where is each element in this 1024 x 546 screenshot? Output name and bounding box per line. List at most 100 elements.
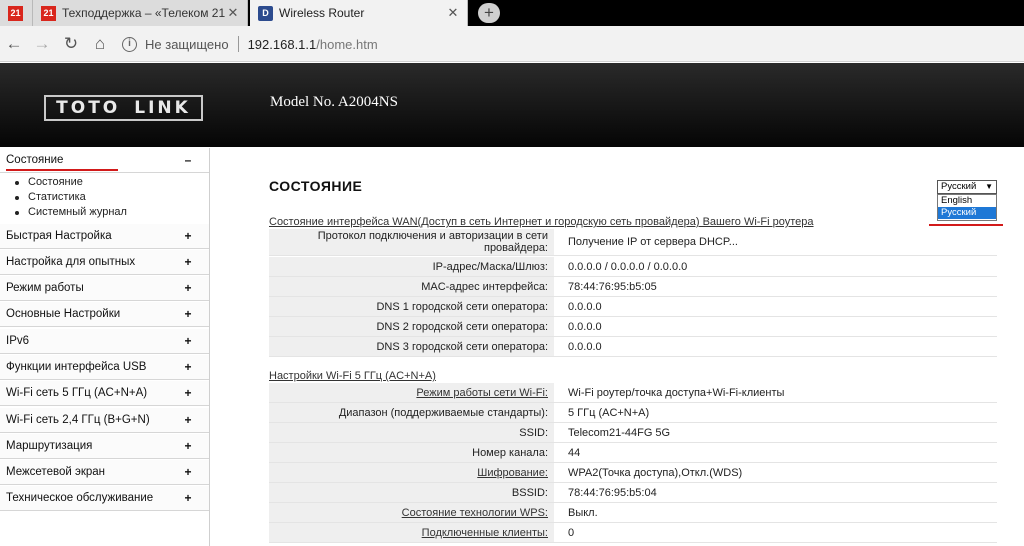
sidebar-item-usb[interactable]: Функции интерфейса USB + [0, 355, 209, 380]
expand-icon[interactable]: + [182, 486, 194, 510]
back-icon[interactable]: ← [4, 34, 24, 54]
expand-icon[interactable]: + [182, 250, 194, 274]
row-value: Telecom21-44FG 5G [568, 426, 671, 439]
row-value: 0.0.0.0 [568, 300, 602, 313]
close-tab-icon[interactable]: ✕ [445, 5, 461, 21]
sidebar-item-ipv6[interactable]: IPv6 + [0, 329, 209, 354]
language-select[interactable]: Русский ▼ [937, 180, 997, 194]
row-label-link[interactable]: Подключенные клиенты: [269, 523, 554, 542]
expand-icon[interactable]: + [182, 276, 194, 300]
row-value: 44 [568, 446, 581, 459]
sidebar-item-label: Межсетевой экран [6, 466, 106, 478]
expand-icon[interactable]: + [182, 460, 194, 484]
row-value: Выкл. [568, 506, 598, 519]
language-option-english[interactable]: English [938, 195, 996, 207]
divider [237, 36, 239, 52]
row-label: IP-адрес/Маска/Шлюз: [269, 257, 554, 276]
dropdown-arrow-icon: ▼ [985, 182, 993, 191]
row-label: BSSID: [269, 483, 554, 502]
row-label: DNS 1 городской сети оператора: [269, 297, 554, 316]
row-label-link[interactable]: Состояние технологии WPS: [269, 503, 554, 522]
expand-icon[interactable]: + [182, 224, 194, 248]
expand-icon[interactable]: + [182, 408, 194, 432]
language-selected-value: Русский [941, 181, 977, 192]
address-bar[interactable]: i Не защищено 192.168.1.1 /home.htm [122, 31, 1012, 57]
row-label: DNS 3 городской сети оператора: [269, 337, 554, 356]
tab-title: Wireless Router [279, 6, 365, 20]
expand-icon[interactable]: + [182, 434, 194, 458]
language-highlight-underline [929, 224, 1003, 226]
browser-tabstrip: 21 21 Техподдержка – «Телеком 21» ✕ D Wi… [0, 0, 1024, 26]
address-toolbar: ← → ↻ ⌂ i Не защищено 192.168.1.1 /home.… [0, 26, 1024, 62]
table-row: DNS 1 городской сети оператора: 0.0.0.0 [269, 297, 997, 317]
browser-tab-router[interactable]: D Wireless Router ✕ [250, 0, 468, 26]
sidebar-item-firewall[interactable]: Межсетевой экран + [0, 460, 209, 485]
table-row: MAC-адрес интерфейса: 78:44:76:95:b5:05 [269, 277, 997, 297]
row-label-link[interactable]: Шифрование: [269, 463, 554, 482]
sidebar-item-operation-mode[interactable]: Режим работы + [0, 276, 209, 301]
wan-section-heading[interactable]: Состояние интерфейса WAN(Доступ в сеть И… [269, 216, 814, 228]
table-row: Шифрование: WPA2(Точка доступа),Откл.(WD… [269, 463, 997, 483]
language-option-russian[interactable]: Русский [938, 207, 996, 219]
table-row: Номер канала: 44 [269, 443, 997, 463]
table-row: BSSID: 78:44:76:95:b5:04 [269, 483, 997, 503]
table-row: IP-адрес/Маска/Шлюз: 0.0.0.0 / 0.0.0.0 /… [269, 257, 997, 277]
router-header: TOTO LINK [0, 63, 1024, 147]
tab-title: Техподдержка – «Телеком 21» [62, 6, 225, 20]
row-label: Протокол подключения и авторизации в сет… [269, 229, 554, 255]
submenu-item-system-log[interactable]: Системный журнал [15, 206, 127, 218]
row-label: SSID: [269, 423, 554, 442]
sidebar-item-label: Wi-Fi сеть 2,4 ГГц (B+G+N) [6, 414, 150, 426]
table-row: SSID: Telecom21-44FG 5G [269, 423, 997, 443]
row-value: 0.0.0.0 [568, 340, 602, 353]
sidebar-item-maintenance[interactable]: Техническое обслуживание + [0, 486, 209, 511]
table-row: Подключенные клиенты: 0 [269, 523, 997, 543]
home-icon[interactable]: ⌂ [90, 34, 110, 54]
wifi-section-heading[interactable]: Настройки Wi-Fi 5 ГГц (AC+N+A) [269, 370, 436, 382]
url-host: 192.168.1.1 [247, 36, 317, 52]
url-path: /home.htm [316, 36, 378, 52]
sidebar-item-routing[interactable]: Маршрутизация + [0, 434, 209, 459]
expand-icon[interactable]: + [182, 329, 194, 353]
sidebar-item-wifi-24ghz[interactable]: Wi-Fi сеть 2,4 ГГц (B+G+N) + [0, 408, 209, 433]
security-label: Не защищено [145, 36, 229, 52]
active-underline [6, 169, 118, 171]
submenu-item-statistics[interactable]: Статистика [15, 191, 86, 203]
sidebar-item-label: Техническое обслуживание [6, 492, 154, 504]
new-tab-button[interactable]: + [478, 3, 500, 23]
browser-tab-pinned[interactable]: 21 [0, 0, 33, 26]
sidebar-item-label: Настройка для опытных [6, 256, 136, 268]
sidebar-item-label: Режим работы [6, 282, 84, 294]
model-number: Model No. A2004NS [270, 94, 398, 110]
close-tab-icon[interactable]: ✕ [225, 5, 241, 21]
row-value: 78:44:76:95:b5:04 [568, 486, 657, 499]
sidebar-item-basic-settings[interactable]: Основные Настройки + [0, 302, 209, 327]
reload-icon[interactable]: ↻ [61, 34, 81, 54]
row-label-link[interactable]: Режим работы сети Wi-Fi: [269, 383, 554, 402]
logo-text-right: LINK [134, 98, 191, 118]
sidebar-item-label: Маршрутизация [6, 440, 93, 452]
table-row: Диапазон (поддерживаемые стандарты): 5 Г… [269, 403, 997, 423]
sidebar-item-advanced[interactable]: Настройка для опытных + [0, 250, 209, 275]
sidebar-item-quick-setup[interactable]: Быстрая Настройка + [0, 224, 209, 249]
info-icon[interactable]: i [122, 36, 137, 52]
totolink-logo: TOTO LINK [44, 95, 203, 121]
collapse-icon[interactable]: – [182, 148, 194, 172]
submenu-item-status[interactable]: Состояние [15, 176, 83, 188]
table-row: Режим работы сети Wi-Fi: Wi-Fi роутер/то… [269, 383, 997, 403]
row-label: Диапазон (поддерживаемые стандарты): [269, 403, 554, 422]
telecom21-favicon-icon: 21 [41, 5, 56, 21]
row-value: 5 ГГц (AC+N+A) [568, 406, 650, 419]
forward-icon[interactable]: → [32, 34, 52, 54]
sidebar-item-label: IPv6 [6, 335, 30, 347]
sidebar-item-label: Функции интерфейса USB [6, 361, 147, 373]
row-value: WPA2(Точка доступа),Откл.(WDS) [568, 466, 743, 479]
browser-tab-support[interactable]: 21 Техподдержка – «Телеком 21» ✕ [33, 0, 248, 26]
expand-icon[interactable]: + [182, 381, 194, 405]
row-value: Получение IP от сервера DHCP... [568, 236, 738, 248]
expand-icon[interactable]: + [182, 355, 194, 379]
expand-icon[interactable]: + [182, 302, 194, 326]
sidebar-item-wifi-5ghz[interactable]: Wi-Fi сеть 5 ГГц (AC+N+A) + [0, 381, 209, 406]
logo-text-left: TOTO [56, 98, 121, 118]
table-row: Состояние технологии WPS: Выкл. [269, 503, 997, 523]
